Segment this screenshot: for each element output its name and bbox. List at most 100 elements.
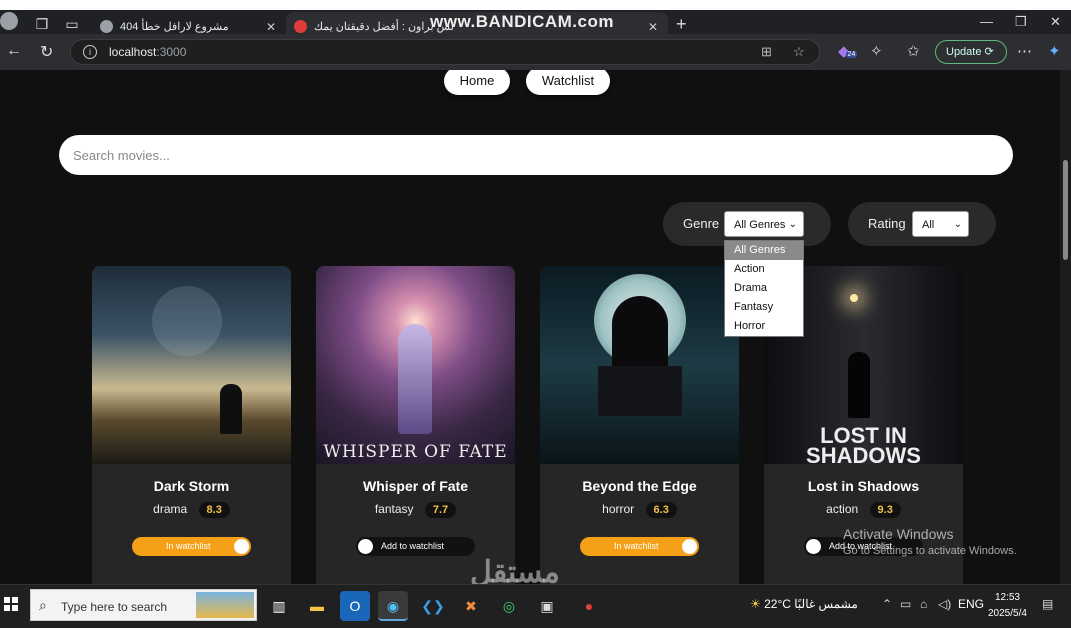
tab-actions-icon[interactable]: ▭ bbox=[62, 14, 82, 34]
genre-select[interactable]: All Genres ⌄ bbox=[724, 211, 804, 237]
genre-option-drama[interactable]: Drama bbox=[725, 279, 803, 298]
notifications-icon[interactable]: ▤ bbox=[1042, 597, 1053, 611]
genre-dropdown-list: All Genres Action Drama Fantasy Horror bbox=[724, 240, 804, 337]
language-indicator[interactable]: ENG bbox=[958, 597, 984, 611]
movie-poster bbox=[92, 266, 291, 464]
task-view-icon[interactable]: ▥ bbox=[264, 591, 294, 621]
battery-icon[interactable]: ▭ bbox=[900, 597, 911, 611]
extensions-puzzle-icon[interactable]: ✧ bbox=[870, 42, 883, 60]
badge-count: 24 bbox=[845, 51, 858, 58]
scrollbar-thumb[interactable] bbox=[1063, 160, 1068, 260]
movie-title: Whisper of Fate bbox=[362, 478, 468, 494]
update-icon: ⟳ bbox=[984, 46, 994, 58]
close-window-button[interactable]: ✕ bbox=[1050, 14, 1061, 30]
genre-label: Genre bbox=[683, 216, 720, 231]
rating-label: Rating bbox=[868, 216, 906, 231]
genre-option-fantasy[interactable]: Fantasy bbox=[725, 298, 803, 317]
toggle-knob bbox=[358, 539, 373, 554]
favorite-star-icon[interactable]: ☆ bbox=[793, 44, 805, 60]
watchlist-toggle[interactable]: Add to watchlist bbox=[356, 537, 475, 556]
watchlist-toggle-label: Add to watchlist bbox=[381, 541, 445, 551]
edge-browser-icon[interactable]: ◉ bbox=[378, 591, 408, 621]
weather-widget[interactable]: ☀ 22°C مشمس غالبًا bbox=[750, 597, 858, 611]
movie-title: Dark Storm bbox=[153, 478, 230, 494]
page-scrollbar[interactable] bbox=[1060, 70, 1071, 584]
recorder-watermark: www.BANDICAM.com bbox=[430, 12, 614, 31]
new-tab-button[interactable]: + bbox=[676, 14, 687, 35]
browser-toolbar: ← ↻ i localhost:3000 ⊞ ☆ ◆24 ✧ ✩ Update … bbox=[0, 34, 1071, 70]
reload-icon[interactable]: ↻ bbox=[40, 42, 53, 62]
whatsapp-icon[interactable]: ◎ bbox=[494, 591, 524, 621]
weather-text: 22°C مشمس غالبًا bbox=[764, 597, 858, 611]
windows-taskbar: ⌕ Type here to search ▥ ▬ O ◉ ❮❯ ✖ ◎ ▣ ●… bbox=[0, 584, 1071, 628]
movie-card[interactable]: Beyond the Edge horror 6.3 In watchlist bbox=[540, 266, 739, 584]
watchlist-toggle[interactable]: In watchlist bbox=[580, 537, 699, 556]
address-bar[interactable]: i localhost:3000 ⊞ ☆ bbox=[70, 39, 820, 65]
network-icon[interactable]: ⌂ bbox=[920, 597, 927, 611]
genre-selected-value: All Genres bbox=[734, 219, 786, 231]
home-button[interactable]: Home bbox=[444, 70, 510, 95]
watchlist-button[interactable]: Watchlist bbox=[526, 70, 610, 95]
url-text: localhost:3000 bbox=[109, 45, 187, 59]
movie-genre: drama bbox=[153, 502, 188, 516]
watchlist-toggle-label: In watchlist bbox=[614, 541, 659, 551]
genre-option-all[interactable]: All Genres bbox=[725, 241, 803, 260]
vscode-icon[interactable]: ❮❯ bbox=[418, 591, 448, 621]
outlook-icon[interactable]: O bbox=[340, 591, 370, 621]
movie-card[interactable]: WHISPER OF FATE Whisper of Fate fantasy … bbox=[316, 266, 515, 584]
site-info-icon[interactable]: i bbox=[83, 45, 97, 59]
file-explorer-icon[interactable]: ▬ bbox=[302, 591, 332, 621]
windows-start-icon[interactable] bbox=[4, 597, 18, 611]
chevron-down-icon: ⌄ bbox=[953, 219, 962, 230]
chevron-up-icon[interactable]: ⌃ bbox=[882, 597, 892, 611]
search-input[interactable] bbox=[59, 135, 1013, 175]
xampp-icon[interactable]: ✖ bbox=[456, 591, 486, 621]
update-button[interactable]: Update ⟳ bbox=[935, 40, 1007, 64]
volume-icon[interactable]: ◁) bbox=[938, 597, 951, 611]
back-arrow-icon[interactable]: ← bbox=[6, 42, 22, 60]
movie-genre: horror bbox=[602, 502, 635, 516]
app-available-icon[interactable]: ⊞ bbox=[761, 44, 772, 60]
taskbar-search-box[interactable]: ⌕ Type here to search bbox=[30, 589, 257, 621]
screen: ❐ ▭ مشروع لارافل خطأ 404 ✕ لس براون : أف… bbox=[0, 0, 1071, 628]
rating-selected-value: All bbox=[922, 219, 935, 231]
app-window-icon[interactable]: ▣ bbox=[532, 591, 562, 621]
clock-time: 12:53 bbox=[994, 592, 1020, 603]
movie-meta: action 9.3 bbox=[764, 502, 963, 518]
movie-rating: 6.3 bbox=[645, 502, 677, 518]
recorder-icon[interactable]: ● bbox=[574, 591, 604, 621]
youtube-favicon-icon bbox=[294, 20, 307, 33]
rating-select[interactable]: All ⌄ bbox=[912, 211, 969, 237]
watchlist-toggle-label: In watchlist bbox=[166, 541, 211, 551]
watchlist-toggle[interactable]: In watchlist bbox=[132, 537, 251, 556]
workspaces-icon[interactable]: ❐ bbox=[32, 14, 52, 34]
sun-icon: ☀ bbox=[750, 597, 761, 611]
activate-windows-notice: Activate Windows Go to Settings to activ… bbox=[843, 526, 1017, 557]
profile-avatar[interactable] bbox=[0, 12, 18, 30]
movie-rating: 8.3 bbox=[198, 502, 230, 518]
page-viewport: Home Watchlist Genre All Genres ⌄ Rating… bbox=[0, 70, 1060, 584]
genre-option-horror[interactable]: Horror bbox=[725, 317, 803, 336]
more-menu-icon[interactable]: ⋯ bbox=[1017, 42, 1032, 60]
movie-title: Beyond the Edge bbox=[582, 478, 697, 494]
tab-favicon-icon bbox=[100, 20, 113, 33]
movie-genre: action bbox=[826, 502, 859, 516]
copilot-icon[interactable]: ✦ bbox=[1048, 42, 1061, 60]
favorites-icon[interactable]: ✩ bbox=[907, 42, 920, 60]
maximize-button[interactable]: ❐ bbox=[1015, 14, 1027, 30]
genre-option-action[interactable]: Action bbox=[725, 260, 803, 279]
movie-meta: horror 6.3 bbox=[540, 502, 739, 518]
poster-title-text: LOST IN SHADOWS bbox=[806, 423, 921, 465]
toggle-knob bbox=[234, 539, 249, 554]
toggle-knob bbox=[806, 539, 821, 554]
movie-poster: WHISPER OF FATE bbox=[316, 266, 515, 464]
movie-card[interactable]: Dark Storm drama 8.3 In watchlist bbox=[92, 266, 291, 584]
search-highlight-image bbox=[196, 592, 254, 618]
activate-subtitle: Go to Settings to activate Windows. bbox=[843, 545, 1017, 557]
taskbar-clock[interactable]: 12:53 2025/5/4 bbox=[988, 590, 1027, 622]
poster-title-text: WHISPER OF FATE bbox=[323, 442, 508, 462]
minimize-button[interactable]: — bbox=[980, 14, 993, 29]
site-watermark: مستقل bbox=[470, 556, 560, 584]
chevron-down-icon: ⌄ bbox=[788, 219, 797, 230]
extension-badge-icon[interactable]: ◆24 bbox=[838, 42, 858, 60]
